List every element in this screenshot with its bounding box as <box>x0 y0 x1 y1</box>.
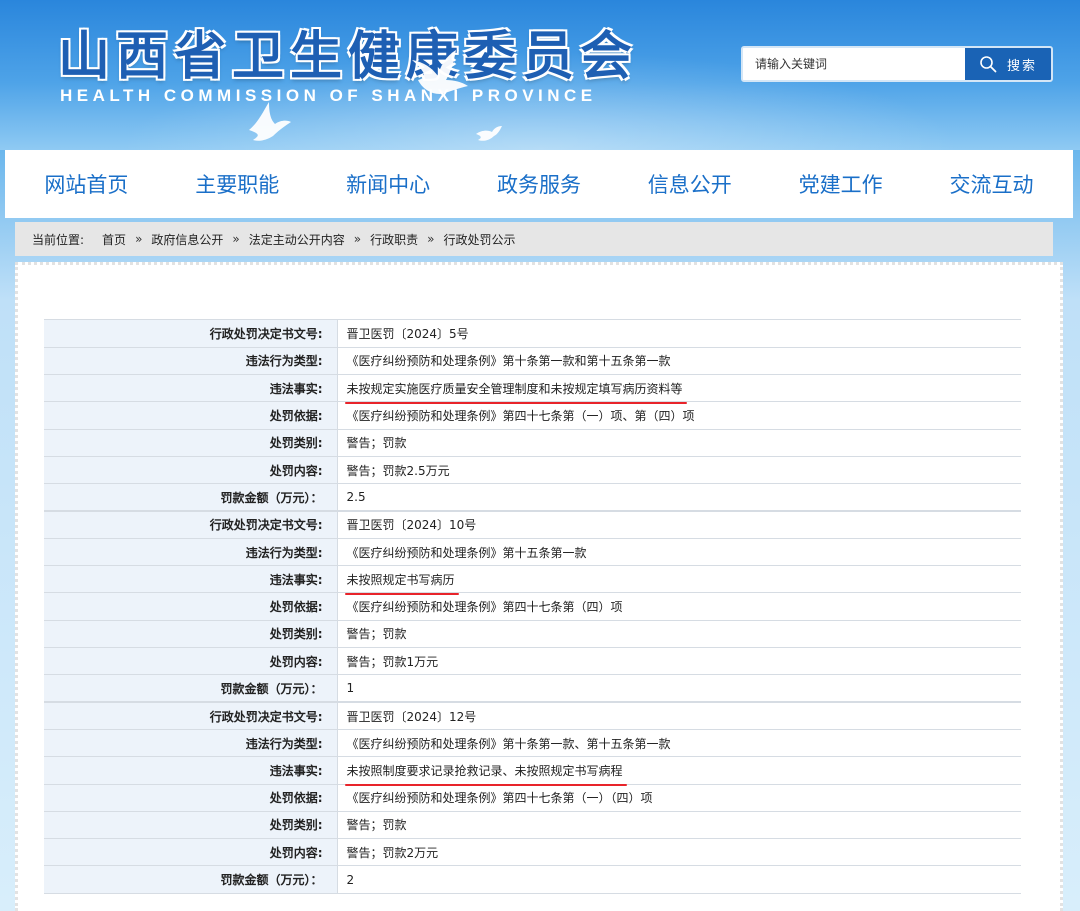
field-label: 处罚依据: <box>44 784 338 812</box>
field-label: 行政处罚决定书文号: <box>44 320 338 348</box>
table-row: 处罚依据: 《医疗纠纷预防和处理条例》第四十七条第（一）项、第（四）项 <box>44 401 1021 430</box>
fine-amount: 2.5 <box>337 483 1021 512</box>
nav-item-functions[interactable]: 主要职能 <box>195 169 279 199</box>
penalty-basis: 《医疗纠纷预防和处理条例》第四十七条第（四）项 <box>337 592 1021 621</box>
penalty-content: 警告；罚款2万元 <box>337 838 1021 867</box>
table-row: 违法事实: 未按照规定书写病历 <box>44 565 1021 595</box>
field-label: 罚款金额（万元）： <box>44 483 338 512</box>
violation-type: 《医疗纠纷预防和处理条例》第十条第一款、第十五条第一款 <box>337 729 1021 758</box>
breadcrumb-label: 当前位置: <box>32 232 85 247</box>
penalty-content: 警告；罚款2.5万元 <box>337 456 1021 485</box>
breadcrumb-separator: » <box>135 232 143 246</box>
fine-amount: 1 <box>337 674 1021 703</box>
nav-item-services[interactable]: 政务服务 <box>497 169 581 199</box>
penalty-category: 警告；罚款 <box>337 620 1021 649</box>
violation-type: 《医疗纠纷预防和处理条例》第十条第一款和第十五条第一款 <box>337 347 1021 376</box>
field-label: 行政处罚决定书文号: <box>44 510 338 539</box>
penalty-content: 警告；罚款1万元 <box>337 647 1021 676</box>
field-label: 处罚依据: <box>44 592 338 621</box>
violation-facts: 未按照制度要求记录抢救记录、未按照规定书写病程 <box>344 763 627 786</box>
table-row: 处罚内容: 警告；罚款1万元 <box>44 647 1021 676</box>
field-label: 违法行为类型: <box>44 538 338 567</box>
table-row: 行政处罚决定书文号: 晋卫医罚〔2024〕12号 <box>44 701 1021 730</box>
site-title: 山西省卫生健康委员会 <box>58 26 639 87</box>
table-row: 违法行为类型: 《医疗纠纷预防和处理条例》第十条第一款和第十五条第一款 <box>44 347 1021 376</box>
site-subtitle: HEALTH COMMISSION OF SHANXI PROVINCE <box>60 86 597 105</box>
penalty-table: 行政处罚决定书文号: 晋卫医罚〔2024〕5号 违法行为类型: 《医疗纠纷预防和… <box>44 320 1021 894</box>
breadcrumb-statutory[interactable]: 法定主动公开内容 <box>249 231 345 248</box>
search-input[interactable] <box>743 48 965 80</box>
doc-number: 晋卫医罚〔2024〕10号 <box>337 510 1021 539</box>
penalty-category: 警告；罚款 <box>337 811 1021 840</box>
nav-item-party[interactable]: 党建工作 <box>799 169 883 199</box>
table-row: 罚款金额（万元）： 2 <box>44 865 1021 894</box>
field-label: 罚款金额（万元）： <box>44 865 338 894</box>
field-label: 违法事实: <box>44 374 338 403</box>
field-label: 行政处罚决定书文号: <box>44 701 338 730</box>
table-row: 处罚类别: 警告；罚款 <box>44 429 1021 457</box>
table-row: 处罚依据: 《医疗纠纷预防和处理条例》第四十七条第（一）（四）项 <box>44 784 1021 812</box>
table-row: 处罚类别: 警告；罚款 <box>44 811 1021 840</box>
table-row: 违法事实: 未按规定实施医疗质量安全管理制度和未按规定填写病历资料等 <box>44 374 1021 404</box>
nav-item-disclosure[interactable]: 信息公开 <box>648 169 732 199</box>
search-box: 搜索 <box>741 46 1053 82</box>
field-label: 违法行为类型: <box>44 347 338 376</box>
penalty-basis: 《医疗纠纷预防和处理条例》第四十七条第（一）（四）项 <box>337 784 1021 812</box>
field-label: 处罚依据: <box>44 401 338 430</box>
dove-icon <box>412 50 468 94</box>
table-row: 处罚内容: 警告；罚款2万元 <box>44 838 1021 867</box>
field-label: 违法事实: <box>44 565 338 594</box>
penalty-basis: 《医疗纠纷预防和处理条例》第四十七条第（一）项、第（四）项 <box>337 401 1021 430</box>
breadcrumb-gov-info[interactable]: 政府信息公开 <box>151 231 223 248</box>
field-label: 处罚内容: <box>44 838 338 867</box>
penalty-records: 行政处罚决定书文号: 晋卫医罚〔2024〕5号 违法行为类型: 《医疗纠纷预防和… <box>44 319 1021 894</box>
search-button[interactable]: 搜索 <box>965 48 1051 80</box>
nav-item-home[interactable]: 网站首页 <box>44 169 128 199</box>
breadcrumb-separator: » <box>232 232 240 246</box>
table-row: 违法行为类型: 《医疗纠纷预防和处理条例》第十条第一款、第十五条第一款 <box>44 729 1021 758</box>
table-row: 罚款金额（万元）： 2.5 <box>44 483 1021 512</box>
breadcrumb-duties[interactable]: 行政职责 <box>370 231 418 248</box>
breadcrumb: 当前位置: 首页 » 政府信息公开 » 法定主动公开内容 » 行政职责 » 行政… <box>15 222 1053 256</box>
fine-amount: 2 <box>337 865 1021 894</box>
doc-number: 晋卫医罚〔2024〕5号 <box>337 320 1021 348</box>
violation-facts: 未按规定实施医疗质量安全管理制度和未按规定填写病历资料等 <box>344 381 687 404</box>
table-row: 处罚类别: 警告；罚款 <box>44 620 1021 649</box>
dove-icon <box>476 126 502 141</box>
field-label: 违法行为类型: <box>44 729 338 758</box>
field-label: 处罚类别: <box>44 811 338 840</box>
field-label: 处罚内容: <box>44 647 338 676</box>
table-row: 违法行为类型: 《医疗纠纷预防和处理条例》第十五条第一款 <box>44 538 1021 567</box>
header-banner: 山西省卫生健康委员会 HEALTH COMMISSION OF SHANXI P… <box>0 0 1080 150</box>
main-nav: 网站首页 主要职能 新闻中心 政务服务 信息公开 党建工作 交流互动 <box>5 150 1073 218</box>
nav-item-news[interactable]: 新闻中心 <box>346 169 430 199</box>
breadcrumb-separator: » <box>353 232 362 246</box>
breadcrumb-current[interactable]: 行政处罚公示 <box>443 231 515 248</box>
search-button-label: 搜索 <box>1006 58 1037 74</box>
table-row: 违法事实: 未按照制度要求记录抢救记录、未按照规定书写病程 <box>44 756 1021 786</box>
table-row: 处罚依据: 《医疗纠纷预防和处理条例》第四十七条第（四）项 <box>44 592 1021 621</box>
table-row: 处罚内容: 警告；罚款2.5万元 <box>44 456 1021 485</box>
table-row: 罚款金额（万元）： 1 <box>44 674 1021 703</box>
field-label: 处罚类别: <box>44 429 338 457</box>
doc-number: 晋卫医罚〔2024〕12号 <box>337 701 1021 730</box>
field-label: 罚款金额（万元）： <box>44 674 338 703</box>
penalty-category: 警告；罚款 <box>337 429 1021 457</box>
table-row: 行政处罚决定书文号: 晋卫医罚〔2024〕5号 <box>44 320 1021 348</box>
field-label: 处罚类别: <box>44 620 338 649</box>
breadcrumb-separator: » <box>427 232 435 246</box>
violation-facts: 未按照规定书写病历 <box>344 572 459 595</box>
breadcrumb-home[interactable]: 首页 <box>102 231 126 248</box>
table-row: 行政处罚决定书文号: 晋卫医罚〔2024〕10号 <box>44 510 1021 539</box>
search-icon <box>980 56 997 73</box>
field-label: 处罚内容: <box>44 456 338 485</box>
content-panel: 行政处罚决定书文号: 晋卫医罚〔2024〕5号 违法行为类型: 《医疗纠纷预防和… <box>15 262 1063 911</box>
nav-item-interaction[interactable]: 交流互动 <box>949 169 1033 199</box>
dove-icon <box>249 102 291 141</box>
field-label: 违法事实: <box>44 756 338 785</box>
violation-type: 《医疗纠纷预防和处理条例》第十五条第一款 <box>337 538 1021 567</box>
